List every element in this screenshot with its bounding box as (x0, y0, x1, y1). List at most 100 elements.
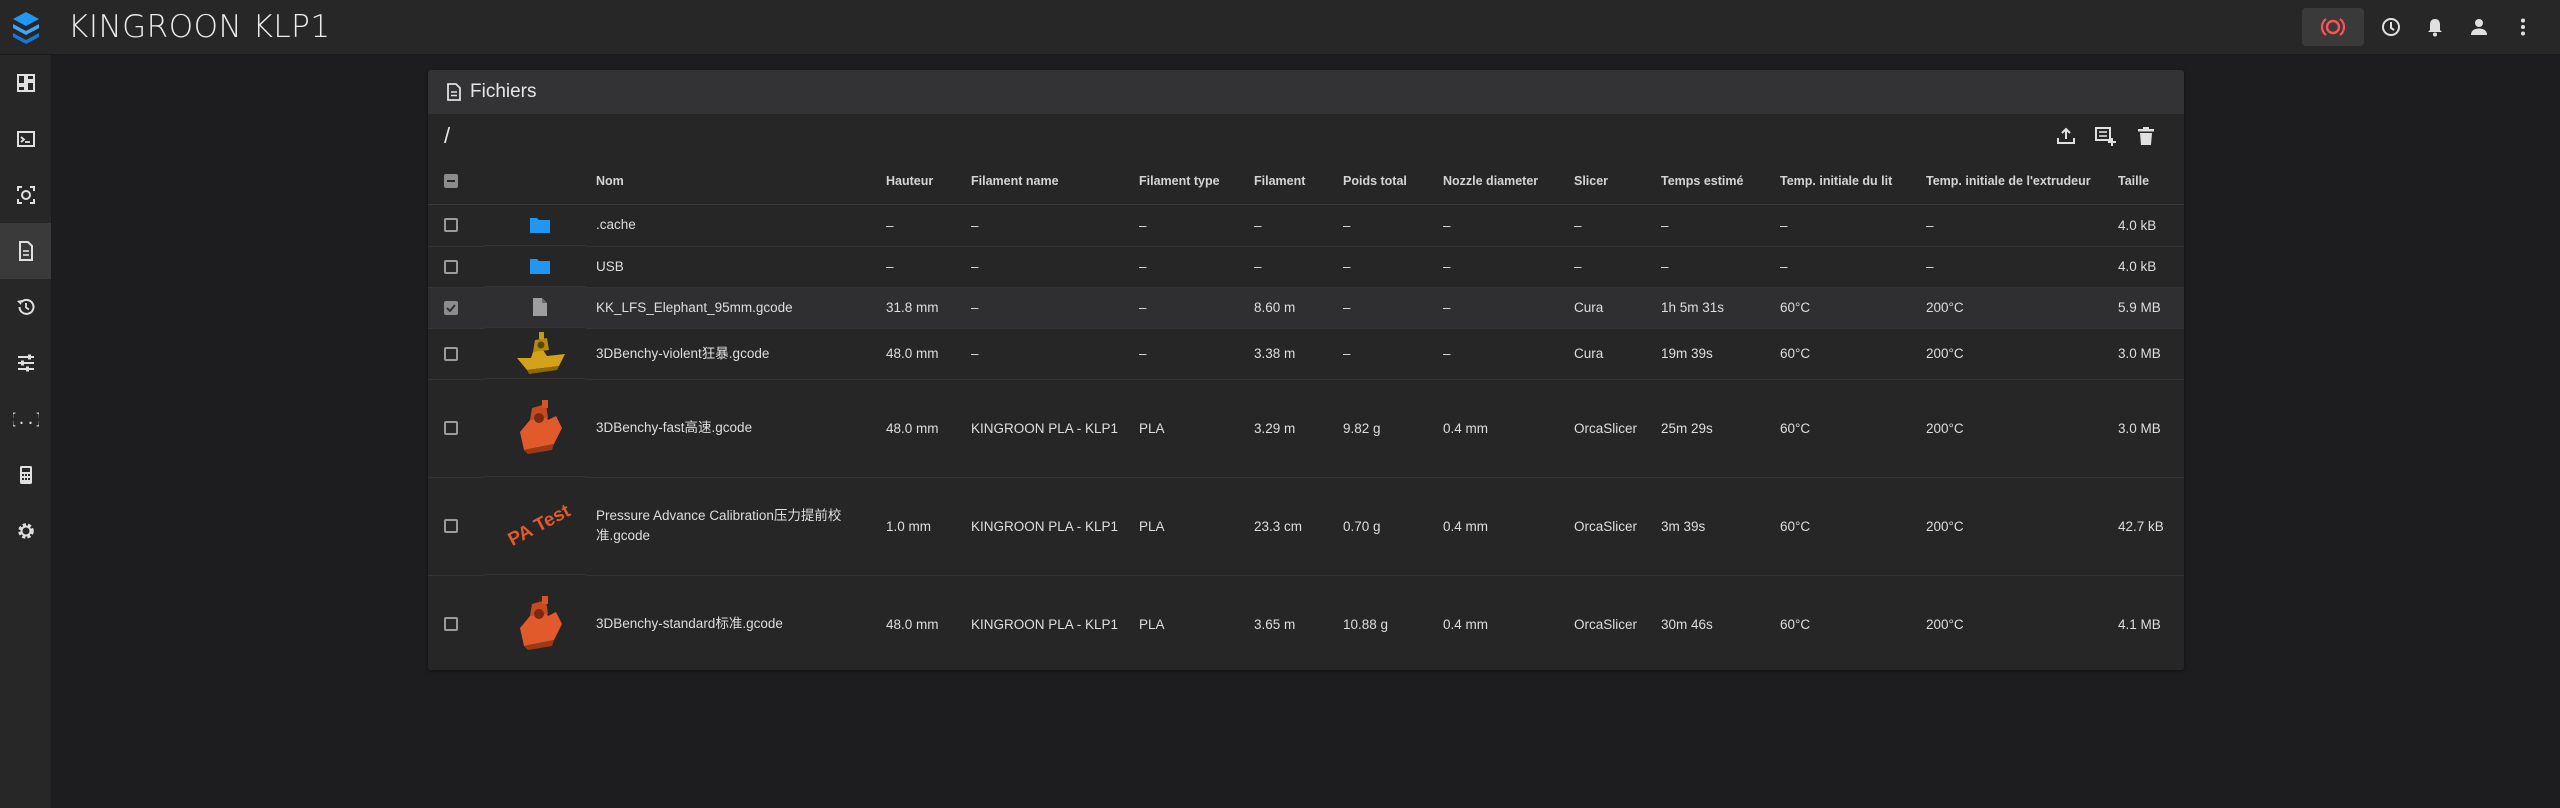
top-actions (2302, 8, 2540, 46)
col-header-temp-ext[interactable]: Temp. initiale de l'extrudeur (1916, 158, 2108, 205)
file-filament-type: – (1129, 246, 1244, 288)
benchy-thumbnail-icon (520, 595, 562, 650)
card-title: Fichiers (470, 81, 537, 102)
file-height: – (876, 204, 961, 247)
col-header-filament[interactable]: Filament (1244, 158, 1333, 205)
file-filament-length: – (1244, 204, 1333, 247)
console-icon (16, 131, 35, 147)
col-header-temp-lit[interactable]: Temp. initiale du lit (1770, 158, 1916, 205)
file-filament-length: 3.38 m (1244, 328, 1333, 380)
logo[interactable] (0, 0, 52, 55)
file-filament-type: – (1129, 328, 1244, 380)
file-filament-name: – (961, 287, 1129, 329)
row-checkbox[interactable] (444, 421, 458, 435)
file-bed-temp: 60°C (1770, 379, 1916, 478)
notifications-button[interactable] (2418, 8, 2452, 46)
col-header-poids[interactable]: Poids total (1333, 158, 1433, 205)
table-row[interactable]: KK_LFS_Elephant_95mm.gcode 31.8 mm – – 8… (428, 287, 2184, 329)
col-header-temps[interactable]: Temps estimé (1651, 158, 1770, 205)
col-header-nozzle[interactable]: Nozzle diameter (1433, 158, 1564, 205)
col-header-nom[interactable]: Nom (586, 158, 876, 205)
table-row[interactable]: USB – – – – – – – – – – 4.0 kB (428, 246, 2184, 288)
row-select (428, 246, 484, 288)
col-header-hauteur[interactable]: Hauteur (876, 158, 961, 205)
row-thumbnail: PA Test (484, 477, 586, 575)
row-checkbox[interactable] (444, 259, 458, 274)
file-filament-type: – (1129, 287, 1244, 329)
nav-calculator[interactable] (0, 447, 51, 503)
nav-tune[interactable] (0, 335, 51, 391)
file-bed-temp: 60°C (1770, 477, 1916, 576)
file-name: 3DBenchy-violent狂暴.gcode (586, 328, 876, 380)
file-size: 5.9 MB (2108, 287, 2184, 329)
col-header-filament-name[interactable]: Filament name (961, 158, 1129, 205)
nav-dashboard[interactable] (0, 55, 51, 111)
file-nozzle: 0.4 mm (1433, 379, 1564, 478)
file-bed-temp: – (1770, 204, 1916, 247)
upload-button[interactable] (2050, 120, 2082, 152)
file-bed-temp: – (1770, 246, 1916, 288)
nav-webcam[interactable] (0, 167, 51, 223)
add-to-queue-button[interactable] (2090, 120, 2122, 152)
nav-history[interactable] (0, 279, 51, 335)
row-checkbox[interactable] (444, 218, 458, 233)
col-header-taille[interactable]: Taille (2108, 158, 2184, 205)
file-filament-name: KINGROON PLA - KLP1 (961, 575, 1129, 670)
restart-button[interactable] (2374, 8, 2408, 46)
file-slicer: – (1564, 204, 1651, 247)
col-header-filament-type[interactable]: Filament type (1129, 158, 1244, 205)
file-filament-name: KINGROON PLA - KLP1 (961, 379, 1129, 478)
table-row[interactable]: 3DBenchy-standard标准.gcode 48.0 mm KINGRO… (428, 575, 2184, 670)
row-thumbnail (484, 287, 586, 328)
select-all-checkbox[interactable] (444, 174, 458, 188)
upload-icon (2057, 127, 2075, 144)
folder-icon (530, 259, 550, 274)
table-row[interactable]: 3DBenchy-violent狂暴.gcode 48.0 mm – – 3.3… (428, 328, 2184, 380)
nav-files[interactable] (0, 223, 51, 279)
card-header: Fichiers (428, 70, 2184, 114)
emergency-stop-icon (2320, 18, 2346, 36)
file-nozzle: – (1433, 328, 1564, 380)
row-checkbox[interactable] (444, 300, 458, 315)
row-thumbnail (484, 328, 586, 379)
file-slicer: Cura (1564, 287, 1651, 329)
macros-icon: {..} (13, 410, 39, 428)
svg-text:{..}: {..} (13, 410, 39, 428)
pa-test-thumbnail-label: PA Test (505, 500, 575, 550)
folder-icon (530, 218, 550, 233)
row-checkbox[interactable] (444, 519, 458, 533)
col-header-slicer[interactable]: Slicer (1564, 158, 1651, 205)
file-actions (2050, 120, 2162, 152)
row-select (428, 328, 484, 380)
nav-macros[interactable]: {..} (0, 391, 51, 447)
file-name: 3DBenchy-fast高速.gcode (586, 379, 876, 478)
file-extruder-temp: 200°C (1916, 328, 2108, 380)
benchy-thumbnail-icon (520, 399, 562, 454)
more-menu-button[interactable] (2506, 8, 2540, 46)
table-row[interactable]: 3DBenchy-fast高速.gcode 48.0 mm KINGROON P… (428, 379, 2184, 478)
row-checkbox[interactable] (444, 346, 458, 361)
file-name: .cache (586, 204, 876, 247)
files-table: Nom Hauteur Filament name Filament type … (428, 158, 2184, 670)
select-all-header (428, 158, 484, 205)
file-filament-type: PLA (1129, 477, 1244, 576)
user-icon (2471, 19, 2487, 35)
current-path[interactable]: / (444, 123, 450, 149)
row-select (428, 204, 484, 247)
table-row[interactable]: PA Test Pressure Advance Calibration压力提前… (428, 477, 2184, 576)
row-select (428, 379, 484, 478)
file-filament-length: 23.3 cm (1244, 477, 1333, 576)
user-button[interactable] (2462, 8, 2496, 46)
file-document-icon (447, 83, 461, 101)
emergency-stop-button[interactable] (2302, 8, 2364, 46)
nav-settings[interactable] (0, 503, 51, 559)
file-filament-name: – (961, 328, 1129, 380)
delete-button[interactable] (2130, 120, 2162, 152)
file-extruder-temp: – (1916, 246, 2108, 288)
file-nozzle: 0.4 mm (1433, 477, 1564, 576)
benchy-thumbnail-icon (517, 332, 565, 374)
file-filament-length: 3.65 m (1244, 575, 1333, 670)
nav-console[interactable] (0, 111, 51, 167)
row-checkbox[interactable] (444, 617, 458, 631)
table-row[interactable]: .cache – – – – – – – – – – 4.0 kB (428, 204, 2184, 247)
